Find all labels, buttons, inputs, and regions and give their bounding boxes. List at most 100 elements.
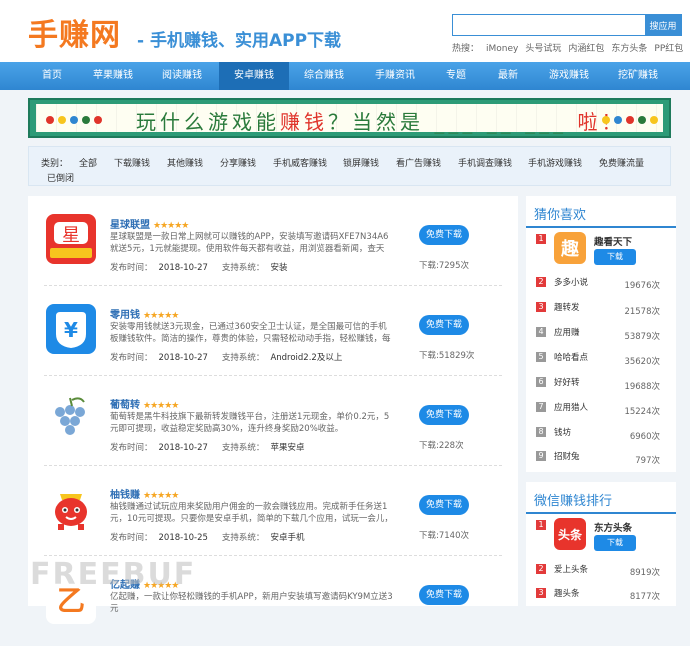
hot-link[interactable]: 头号试玩 (525, 44, 561, 54)
category-ads[interactable]: 看广告赚钱 (396, 156, 441, 169)
nav-item-general[interactable]: 综合赚钱 (289, 62, 359, 90)
app-description: 星球联盟是一款日常上网就可以赚钱的APP，安装填写邀请码XFE7N34A6就送5… (110, 232, 389, 254)
nav-item-latest[interactable]: 最新 (481, 62, 535, 90)
rank-number: 1 (536, 234, 546, 244)
category-traffic[interactable]: 免费赚流量 (599, 156, 644, 169)
app-name-text[interactable]: 柚钱赚 (110, 490, 140, 501)
app-name[interactable]: 星球联盟 ★★★★★ (110, 216, 189, 231)
category-download[interactable]: 下载赚钱 (114, 156, 150, 169)
download-count: 下载:7140次 (419, 531, 469, 541)
app-name[interactable]: 葡萄转 ★★★★★ (110, 396, 179, 411)
download-button[interactable]: 下载 (594, 535, 636, 551)
rank-download-count: 8177次 (629, 592, 660, 602)
app-meta: 发布时间： 2018-10-27 支持系统： 安装 (110, 261, 301, 273)
rank-download-count: 53879次 (624, 332, 660, 342)
promo-banner[interactable]: 玩什么游戏能赚钱？当然是 ___ __ ___ 啦！ (28, 98, 671, 138)
rank-app-name[interactable]: 趣头条 (554, 587, 580, 599)
svg-text:¥: ¥ (64, 318, 78, 342)
supported-system: 安卓手机 (270, 533, 305, 543)
rank-app-name[interactable]: 招财兔 (554, 450, 580, 462)
nav-item-apple[interactable]: 苹果赚钱 (79, 62, 147, 90)
download-button[interactable]: 免费下载 (419, 315, 469, 335)
nav-item-news[interactable]: 手赚资讯 (359, 62, 431, 90)
category-games[interactable]: 手机游戏赚钱 (528, 156, 582, 169)
rank-app-name[interactable]: 好好转 (554, 376, 580, 388)
rating-stars: ★★★★★ (143, 401, 179, 411)
rank-app-name[interactable]: 钱坊 (554, 426, 571, 438)
site-logo[interactable]: 手赚网 (28, 10, 121, 54)
rank-app-name[interactable]: 应用猎人 (554, 401, 588, 413)
nav-item-home[interactable]: 首页 (25, 62, 79, 90)
category-other[interactable]: 其他赚钱 (167, 156, 203, 169)
nav-item-games[interactable]: 游戏赚钱 (535, 62, 603, 90)
app-name-text[interactable]: 葡萄转 (110, 400, 140, 411)
yen-icon[interactable]: ¥ (46, 304, 96, 354)
top-app-name[interactable]: 东方头条 (594, 520, 632, 534)
category-closed[interactable]: 已倒闭 (47, 171, 74, 184)
download-button[interactable]: 下载 (594, 249, 636, 265)
rating-stars: ★★★★★ (143, 311, 179, 321)
rank-app-name[interactable]: 多多小说 (554, 276, 588, 288)
star-alliance-icon[interactable]: 星 (46, 214, 96, 264)
download-button[interactable]: 免费下载 (419, 405, 469, 425)
nav-item-topics[interactable]: 专题 (431, 62, 481, 90)
nav-item-mining[interactable]: 挖矿赚钱 (603, 62, 673, 90)
hot-link[interactable]: 东方头条 (611, 44, 647, 54)
category-witkey[interactable]: 手机威客赚钱 (273, 156, 327, 169)
category-all[interactable]: 全部 (79, 156, 97, 169)
toutiao-icon[interactable]: 头条 (554, 518, 586, 550)
list-item: 葡萄转 ★★★★★ 葡萄转是黑牛科技旗下最新转发赚钱平台，注册送1元现金，单价0.… (28, 376, 518, 466)
rank-number: 7 (536, 402, 546, 412)
nav-item-android[interactable]: 安卓赚钱 (219, 62, 289, 90)
category-filter: 类别： 全部 下载赚钱 其他赚钱 分享赚钱 手机威客赚钱 锁屏赚钱 看广告赚钱 … (28, 146, 671, 186)
category-lockscreen[interactable]: 锁屏赚钱 (343, 156, 379, 169)
rank-app-name[interactable]: 爱上头条 (554, 563, 588, 575)
app-name-text[interactable]: 零用钱 (110, 310, 140, 321)
rank-number: 3 (536, 588, 546, 598)
category-share[interactable]: 分享赚钱 (220, 156, 256, 169)
sidebar-you-may-like: 猜你喜欢 1 趣 趣看天下 下载 2 多多小说 19676次 3 趣转发 215… (526, 196, 676, 472)
rank-number: 4 (536, 327, 546, 337)
category-survey[interactable]: 手机调查赚钱 (458, 156, 512, 169)
search-button[interactable]: 搜应用 (645, 15, 681, 35)
qukan-icon[interactable]: 趣 (554, 232, 586, 264)
hot-link[interactable]: PP红包 (654, 44, 683, 54)
banner-blank: ___ __ ___ (424, 110, 578, 134)
download-count: 下载:7295次 (419, 261, 469, 271)
download-button[interactable]: 免费下载 (419, 225, 469, 245)
rating-stars: ★★★★★ (143, 491, 179, 501)
hot-searches: 热搜：iMoney头号试玩内涵红包东方头条PP红包小白 (452, 41, 690, 54)
app-meta: 发布时间： 2018-10-27 支持系统： 苹果安卓 (110, 441, 318, 453)
download-button[interactable]: 免费下载 (419, 585, 469, 605)
download-button[interactable]: 免费下载 (419, 495, 469, 515)
banner-pattern-icon (602, 116, 658, 124)
rank-app-name[interactable]: 哈哈看点 (554, 351, 588, 363)
app-name[interactable]: 零用钱 ★★★★★ (110, 306, 179, 321)
site-slogan: - 手机赚钱、实用APP下载 (137, 31, 342, 51)
rank-app-name[interactable]: 应用赚 (554, 326, 580, 338)
hot-link[interactable]: 内涵红包 (568, 44, 604, 54)
rank-number: 2 (536, 564, 546, 574)
divider (526, 226, 676, 228)
rank-number: 9 (536, 451, 546, 461)
category-label: 类别： (41, 159, 69, 169)
search-input[interactable] (453, 15, 645, 35)
app-name-text[interactable]: 星球联盟 (110, 220, 150, 231)
rank-download-count: 21578次 (624, 307, 660, 317)
date-label: 发布时间： (110, 353, 153, 363)
grape-icon[interactable] (46, 394, 96, 444)
site-header: 手赚网 - 手机赚钱、实用APP下载 搜应用 热搜： iMoney 头号试玩 内涵红包… (0, 0, 690, 62)
hot-link[interactable]: iMoney (486, 44, 518, 54)
top-app-name[interactable]: 趣看天下 (594, 234, 632, 248)
rank-number: 6 (536, 377, 546, 387)
system-label: 支持系统： (221, 443, 265, 453)
mascot-icon[interactable] (46, 484, 96, 534)
app-name[interactable]: 柚钱赚 ★★★★★ (110, 486, 179, 501)
main-nav: 首页 苹果赚钱 阅读赚钱 安卓赚钱 综合赚钱 手赚资讯 专题 最新 游戏赚钱 挖… (0, 62, 690, 90)
app-meta: 发布时间： 2018-10-27 支持系统： Android2.2及以上 (110, 351, 356, 363)
rank-number: 1 (536, 520, 546, 530)
rank-download-count: 15224次 (624, 407, 660, 417)
nav-item-reading[interactable]: 阅读赚钱 (147, 62, 217, 90)
rank-app-name[interactable]: 趣转发 (554, 301, 580, 313)
rank-download-count: 19676次 (624, 281, 660, 291)
